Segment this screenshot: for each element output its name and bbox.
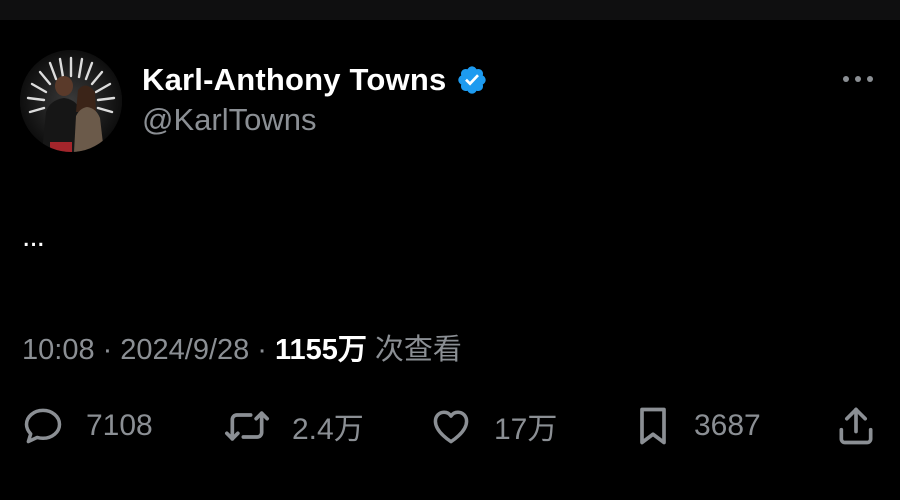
more-options-icon[interactable] (840, 67, 876, 91)
verified-badge-icon (456, 64, 488, 96)
avatar-photo (20, 50, 122, 152)
author-display-name[interactable]: Karl-Anthony Towns (142, 62, 446, 98)
bookmark-count: 3687 (694, 409, 761, 442)
retweet-icon (222, 404, 272, 448)
like-button[interactable]: 17万 (428, 398, 557, 454)
tweet-action-bar: 7108 2.4万 17万 3687 (0, 398, 900, 454)
retweet-button[interactable]: 2.4万 (222, 398, 364, 454)
tweet-time[interactable]: 10:08 (22, 334, 95, 367)
top-status-bar (0, 0, 900, 20)
bookmark-button[interactable]: 3687 (632, 398, 761, 454)
reply-button[interactable]: 7108 (20, 398, 153, 454)
reply-bubble-icon (20, 404, 66, 448)
heart-icon (428, 404, 474, 448)
retweet-count: 2.4万 (292, 413, 364, 446)
reply-count: 7108 (86, 409, 153, 442)
meta-separator: · (102, 334, 113, 366)
tweet-metadata: 10:08 · 2024/9/28 · 1155万 次查看 (22, 326, 462, 368)
share-upload-icon (834, 404, 878, 448)
share-button[interactable] (834, 398, 878, 454)
tweet-text: ... (22, 220, 45, 253)
author-avatar[interactable] (20, 50, 122, 152)
author-name-row: Karl-Anthony Towns (142, 58, 488, 102)
tweet-date[interactable]: 2024/9/28 (120, 334, 249, 367)
views-label: 次查看 (374, 334, 462, 366)
like-count: 17万 (494, 413, 558, 446)
views-count: 1155万 (274, 334, 367, 366)
author-handle[interactable]: @KarlTowns (142, 102, 316, 138)
meta-separator: · (257, 334, 267, 366)
bookmark-icon (632, 404, 674, 448)
